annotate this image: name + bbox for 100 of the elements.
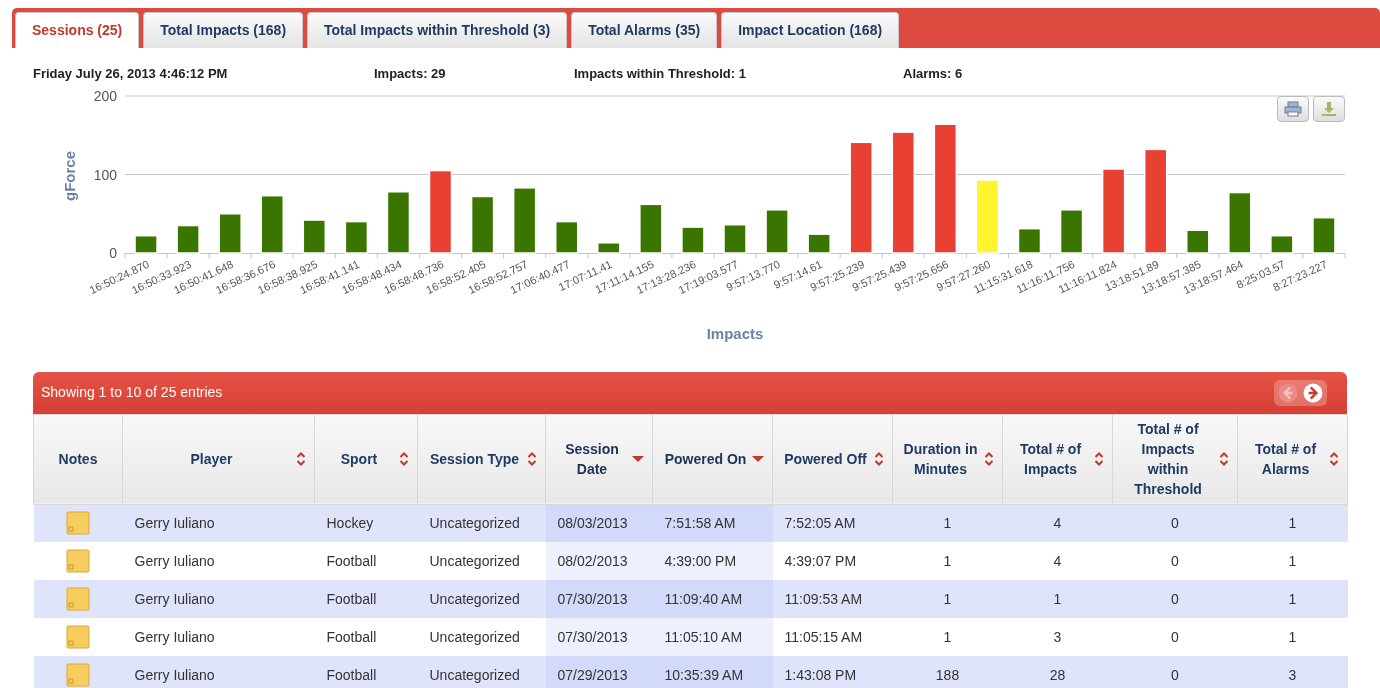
table-cell: 07/30/2013 bbox=[545, 580, 653, 618]
bar bbox=[512, 186, 537, 254]
table-cell: 0 bbox=[1112, 618, 1238, 656]
bar bbox=[386, 190, 411, 254]
table-cell: Hockey bbox=[314, 504, 418, 542]
bar bbox=[1186, 229, 1210, 254]
table-cell: 1 bbox=[1237, 504, 1348, 542]
bar bbox=[470, 195, 495, 254]
note-icon[interactable] bbox=[66, 663, 90, 687]
table-cell: 4:39:00 PM bbox=[652, 542, 773, 580]
bar bbox=[1228, 191, 1252, 254]
table-cell: 3 bbox=[1237, 656, 1348, 688]
table-cell: 07/29/2013 bbox=[545, 656, 653, 688]
table-cell: 1 bbox=[1237, 618, 1348, 656]
table-cell: 1 bbox=[1237, 580, 1348, 618]
table-cell: 1 bbox=[892, 580, 1003, 618]
table-cell: 11:05:10 AM bbox=[652, 618, 773, 656]
column-header[interactable]: Total # of Alarms bbox=[1237, 414, 1348, 504]
axis-tick-label: 100 bbox=[93, 166, 117, 182]
table-cell: Football bbox=[314, 618, 418, 656]
column-header[interactable]: Total # of Impacts bbox=[1002, 414, 1113, 504]
table-cell: 1:43:08 PM bbox=[772, 656, 893, 688]
summary-text: Alarms: 6 bbox=[903, 65, 963, 83]
bar bbox=[134, 234, 158, 254]
summary-text: Impacts within Threshold: 1 bbox=[574, 65, 747, 83]
table-cell: 1 bbox=[892, 504, 1003, 542]
bar bbox=[1017, 227, 1042, 254]
column-header[interactable]: Duration in Minutes bbox=[892, 414, 1003, 504]
table-cell: Gerry Iuliano bbox=[122, 656, 315, 688]
column-header[interactable]: Player bbox=[122, 414, 315, 504]
bar bbox=[1270, 234, 1294, 254]
bar bbox=[344, 220, 369, 254]
axis-title: gForce bbox=[61, 150, 78, 201]
table-cell: 07/30/2013 bbox=[545, 618, 653, 656]
bar bbox=[639, 203, 663, 254]
table-cell: 4:39:07 PM bbox=[772, 542, 893, 580]
table-cell: 11:05:15 AM bbox=[772, 618, 893, 656]
table-cell: Gerry Iuliano bbox=[122, 618, 315, 656]
table-cell: 08/02/2013 bbox=[545, 542, 653, 580]
axis-tick-label: 0 bbox=[109, 244, 117, 261]
table-cell: 0 bbox=[1112, 580, 1238, 618]
column-header[interactable]: Session Type bbox=[417, 414, 546, 504]
table-cell: 3 bbox=[1002, 618, 1113, 656]
bar bbox=[807, 232, 831, 254]
column-header[interactable]: Powered Off bbox=[772, 414, 893, 504]
note-icon[interactable] bbox=[66, 549, 90, 573]
table-cell: 7:51:58 AM bbox=[652, 504, 773, 542]
table-cell: 188 bbox=[892, 656, 1003, 688]
table-cell: 0 bbox=[1112, 504, 1238, 542]
column-header[interactable]: Session Date bbox=[545, 414, 653, 504]
bar bbox=[723, 223, 747, 254]
download-icon bbox=[1320, 100, 1338, 117]
tab[interactable]: Total Impacts (168) bbox=[143, 12, 304, 48]
next-page-button[interactable] bbox=[1302, 381, 1324, 404]
bar bbox=[1059, 208, 1084, 254]
table-cell: 1 bbox=[892, 618, 1003, 656]
column-header[interactable]: Sport bbox=[314, 414, 418, 504]
tab[interactable]: Sessions (25) bbox=[15, 12, 140, 48]
note-icon[interactable] bbox=[66, 625, 90, 649]
table-cell: 11:09:40 AM bbox=[652, 580, 773, 618]
bar bbox=[597, 241, 621, 254]
table-cell: Football bbox=[314, 542, 418, 580]
table-cell: 11:09:53 AM bbox=[772, 580, 893, 618]
summary-text: Friday July 26, 2013 4:46:12 PM bbox=[33, 65, 229, 83]
axis-tick-label: 200 bbox=[93, 87, 117, 104]
column-header: Notes bbox=[33, 414, 123, 504]
download-button[interactable] bbox=[1313, 95, 1345, 122]
table-cell: 0 bbox=[1112, 542, 1238, 580]
table-cell: Football bbox=[314, 580, 418, 618]
tab[interactable]: Total Impacts within Threshold (3) bbox=[307, 12, 568, 48]
table-cell: 28 bbox=[1002, 656, 1113, 688]
note-icon[interactable] bbox=[66, 587, 90, 611]
table-cell: 4 bbox=[1002, 504, 1113, 542]
table-cell: Gerry Iuliano bbox=[122, 504, 315, 542]
table-cell: Uncategorized bbox=[417, 580, 546, 618]
tab[interactable]: Impact Location (168) bbox=[721, 12, 900, 48]
column-header[interactable]: Total # of Impacts within Threshold bbox=[1112, 414, 1238, 504]
column-header[interactable]: Powered On bbox=[652, 414, 773, 504]
bar bbox=[218, 212, 242, 254]
table-cell: Football bbox=[314, 656, 418, 688]
axis-title: Impacts bbox=[706, 324, 764, 342]
bar bbox=[176, 224, 200, 254]
table-cell: 7:52:05 AM bbox=[772, 504, 893, 542]
bar bbox=[765, 208, 789, 254]
table-cell: 1 bbox=[892, 542, 1003, 580]
table-cell: Uncategorized bbox=[417, 656, 546, 688]
table-cell: Gerry Iuliano bbox=[122, 580, 315, 618]
table-cell: Uncategorized bbox=[417, 504, 546, 542]
note-icon[interactable] bbox=[66, 511, 90, 536]
table-cell: 08/03/2013 bbox=[545, 504, 653, 542]
print-button[interactable] bbox=[1277, 95, 1309, 122]
table-cell: 1 bbox=[1002, 580, 1113, 618]
table-cell: Gerry Iuliano bbox=[122, 542, 315, 580]
tab[interactable]: Total Alarms (35) bbox=[571, 12, 718, 48]
table-cell: 10:35:39 AM bbox=[652, 656, 773, 688]
bar bbox=[554, 220, 579, 254]
bar bbox=[681, 225, 705, 254]
bar bbox=[260, 194, 284, 254]
table-cell: Uncategorized bbox=[417, 618, 546, 656]
entries-info: Showing 1 to 10 of 25 entries bbox=[41, 383, 223, 402]
